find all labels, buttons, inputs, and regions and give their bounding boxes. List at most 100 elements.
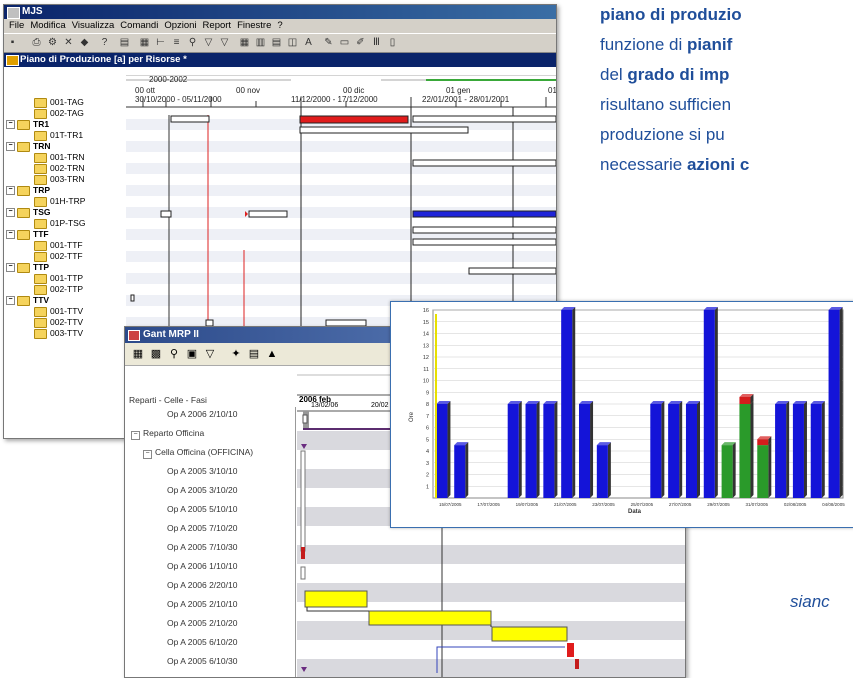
doc-icon[interactable]: ▭: [338, 36, 351, 49]
tools-icon[interactable]: ✦: [229, 347, 243, 361]
filter-clear-icon[interactable]: ▽: [218, 36, 231, 49]
tools-icon[interactable]: ✕: [62, 36, 75, 49]
folder-icon: [34, 108, 47, 119]
export-icon[interactable]: ▣: [185, 347, 199, 361]
collapse-icon[interactable]: −: [131, 431, 140, 440]
tree-group[interactable]: − TTV: [6, 295, 49, 306]
phase-item[interactable]: Op A 2006 2/10/10: [167, 405, 237, 423]
menu-item[interactable]: Opzioni: [164, 20, 196, 31]
tree-leaf[interactable]: 002-TAG: [34, 108, 84, 119]
tree-leaf[interactable]: 002-TRN: [34, 163, 84, 174]
tree-leaf[interactable]: 01P-TSG: [34, 218, 85, 229]
tree-leaf[interactable]: 001-TTV: [34, 306, 83, 317]
phase-item[interactable]: Op A 2005 7/10/20: [167, 519, 237, 537]
collapse-icon[interactable]: −: [6, 142, 15, 152]
tree-group[interactable]: − Reparto Officina: [131, 424, 204, 442]
tree-leaf[interactable]: 001-TTF: [34, 240, 83, 251]
phase-item[interactable]: Op A 2005 2/10/10: [167, 595, 237, 613]
phase-item[interactable]: Op A 2005 5/10/10: [167, 500, 237, 518]
menu-item[interactable]: File: [9, 20, 24, 31]
tree-group[interactable]: − TTP: [6, 262, 49, 273]
list-icon[interactable]: ≡: [170, 36, 183, 49]
x-tick-label: 15/07/2005: [439, 502, 462, 507]
bars-icon[interactable]: ▤: [270, 36, 283, 49]
tree-leaf[interactable]: 002-TTV: [34, 317, 83, 328]
tree-leaf[interactable]: 001-TTP: [34, 273, 83, 284]
folder-icon: [34, 174, 47, 185]
paint-icon[interactable]: ◆: [78, 36, 91, 49]
table-icon[interactable]: ▦: [238, 36, 251, 49]
binoculars-icon[interactable]: ⚲: [186, 36, 199, 49]
phase-item[interactable]: Op A 2006 2/20/10: [167, 576, 237, 594]
calendar-icon[interactable]: ▦: [131, 347, 145, 361]
copy-icon[interactable]: ▤: [247, 347, 261, 361]
chart-icon[interactable]: ▤: [118, 36, 131, 49]
font-icon[interactable]: A: [302, 36, 315, 49]
menu-item[interactable]: Comandi: [120, 20, 158, 31]
phase-label: Op A 2005 7/10/20: [167, 523, 238, 533]
tree-leaf[interactable]: 01T-TR1: [34, 130, 83, 141]
help-icon[interactable]: ?: [98, 36, 111, 49]
phase-item[interactable]: Op A 2005 2/10/20: [167, 614, 237, 632]
menu-item[interactable]: Finestre: [237, 20, 271, 31]
collapse-icon[interactable]: −: [6, 186, 15, 196]
menu-item[interactable]: Report: [203, 20, 232, 31]
tree-group[interactable]: − TR1: [6, 119, 49, 130]
phase-item[interactable]: Op A 2005 7/10/30: [167, 538, 237, 556]
bar-side: [697, 401, 701, 498]
tree-icon[interactable]: ⊢: [154, 36, 167, 49]
edit-icon[interactable]: ✐: [354, 36, 367, 49]
tree-leaf[interactable]: 003-TTV: [34, 328, 83, 339]
new-icon[interactable]: ▪: [6, 36, 19, 49]
tree-leaf[interactable]: 002-TTF: [34, 251, 83, 262]
menu-item[interactable]: Visualizza: [72, 20, 115, 31]
calendar-icon[interactable]: ◫: [286, 36, 299, 49]
phase-label: Op A 2005 6/10/30: [167, 656, 238, 666]
menu-item[interactable]: ?: [277, 20, 282, 31]
chart-icon[interactable]: ▲: [265, 347, 279, 361]
tree-leaf[interactable]: 01H-TRP: [34, 196, 85, 207]
edit-grid-icon[interactable]: ▩: [149, 347, 163, 361]
phase-item[interactable]: Op A 2005 3/10/10: [167, 462, 237, 480]
print-icon[interactable]: ⎙: [30, 36, 43, 49]
filter-icon[interactable]: ▽: [203, 347, 217, 361]
y-tick-label: 14: [423, 332, 429, 338]
collapse-icon[interactable]: −: [6, 230, 15, 240]
tree-group[interactable]: − TRN: [6, 141, 50, 152]
collapse-icon[interactable]: −: [6, 263, 15, 273]
x-tick-label: 23/07/2005: [592, 502, 615, 507]
tree-leaf[interactable]: 001-TRN: [34, 152, 84, 163]
pen-icon[interactable]: ✎: [322, 36, 335, 49]
collapse-icon[interactable]: −: [6, 208, 15, 218]
filter-icon[interactable]: ▽: [202, 36, 215, 49]
phase-item[interactable]: Op A 2005 6/10/30: [167, 652, 237, 670]
x-tick-label: 02/08/2005: [784, 502, 807, 507]
tree-group[interactable]: − TSG: [6, 207, 50, 218]
tree-group[interactable]: − TTF: [6, 229, 49, 240]
document-segment: grado di imp: [627, 65, 730, 84]
tree-group[interactable]: −Cella Officina1 (OFF1): [143, 671, 240, 677]
tree-group[interactable]: − Cella Officina (OFFICINA): [143, 443, 253, 461]
binoculars-icon[interactable]: ⚲: [167, 347, 181, 361]
tree-leaf[interactable]: 002-TTP: [34, 284, 83, 295]
menubar: File Modifica Visualizza Comandi Opzioni Repo…: [4, 19, 556, 33]
menu-item[interactable]: Modifica: [30, 20, 65, 31]
grid-icon[interactable]: ▦: [138, 36, 151, 49]
tree-leaf[interactable]: 001-TAG: [34, 97, 84, 108]
scale-bottom-0: 30/10/2000 - 05/11/2000: [135, 95, 222, 104]
collapse-icon[interactable]: −: [6, 296, 15, 306]
phase-item[interactable]: Op A 2005 3/10/20: [167, 481, 237, 499]
columns2-icon[interactable]: Ⅲ: [370, 36, 383, 49]
collapse-icon[interactable]: −: [143, 450, 152, 459]
book-icon[interactable]: ▯: [386, 36, 399, 49]
columns-icon[interactable]: ▥: [254, 36, 267, 49]
tree-leaf[interactable]: 003-TRN: [34, 174, 84, 185]
phase-item[interactable]: Op A 2005 6/10/20: [167, 633, 237, 651]
tree-group[interactable]: − TRP: [6, 185, 50, 196]
settings-icon[interactable]: ⚙: [46, 36, 59, 49]
folder-icon: [17, 262, 30, 273]
folder-icon: [34, 240, 47, 251]
collapse-icon[interactable]: −: [6, 120, 15, 130]
y-axis-label: Ore: [409, 411, 415, 422]
phase-item[interactable]: Op A 2006 1/10/10: [167, 557, 237, 575]
